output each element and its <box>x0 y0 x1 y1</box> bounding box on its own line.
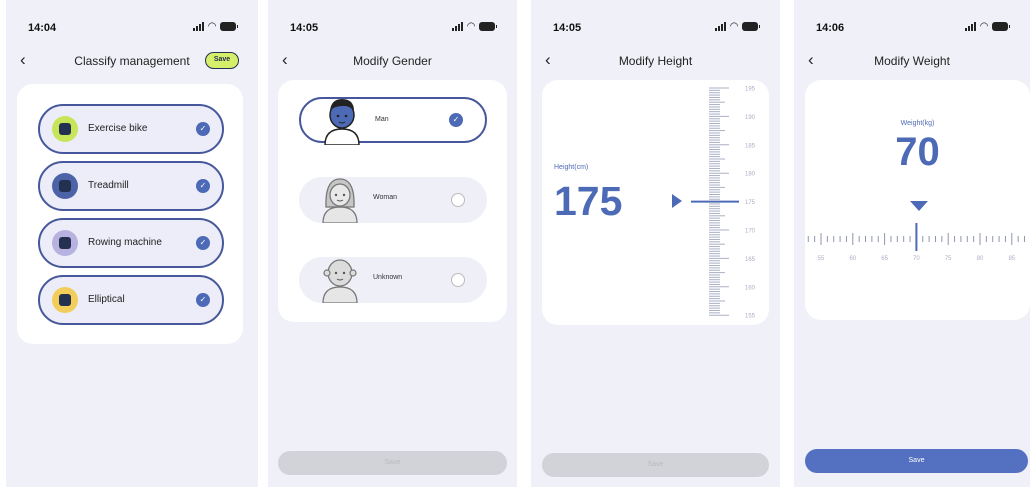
wifi-icon: ◠ <box>467 21 475 32</box>
category-item-exercise-bike[interactable]: Exercise bike ✓ <box>38 104 224 154</box>
status-bar: 14:05 ◠ <box>531 20 780 36</box>
battery-icon <box>992 22 1010 31</box>
weight-field-label: Weight(kg) <box>900 120 935 127</box>
ruler-tick-label: 155 <box>745 314 756 320</box>
cellular-signal-icon <box>715 22 727 31</box>
checkmark-icon[interactable]: ✓ <box>196 293 210 307</box>
ruler-tick-label: 170 <box>745 229 756 235</box>
woman-avatar-icon <box>322 178 358 223</box>
ruler-tick-label: 160 <box>745 285 756 291</box>
wifi-icon: ◠ <box>730 21 738 32</box>
gender-label: Woman <box>373 194 397 201</box>
page-title: Modify Gender <box>353 54 432 68</box>
ruler-tick-label: 55 <box>818 256 825 262</box>
gender-option-woman[interactable]: Woman <box>299 177 487 223</box>
ruler-tick-label: 185 <box>745 143 756 149</box>
ruler-tick-label: 65 <box>881 256 888 262</box>
category-card: Exercise bike ✓ Treadmill ✓ Rowing machi… <box>17 84 243 344</box>
category-label: Rowing machine <box>88 237 162 248</box>
exercise-bike-icon <box>52 116 78 142</box>
status-time: 14:04 <box>28 22 57 34</box>
ruler-tick-label: 195 <box>745 87 756 93</box>
category-item-treadmill[interactable]: Treadmill ✓ <box>38 161 224 211</box>
nav-header: ‹ Modify Weight <box>794 48 1030 72</box>
checkmark-icon[interactable]: ✓ <box>196 236 210 250</box>
category-item-rowing-machine[interactable]: Rowing machine ✓ <box>38 218 224 268</box>
height-field-label: Height(cm) <box>554 164 589 171</box>
category-label: Exercise bike <box>88 123 148 134</box>
rowing-machine-icon <box>52 230 78 256</box>
ruler-tick-label: 75 <box>945 256 952 262</box>
height-ruler[interactable]: 195 190 185 180 175 170 165 160 155 <box>687 80 769 325</box>
save-button[interactable]: Save <box>278 451 507 475</box>
save-button[interactable]: Save <box>205 52 239 69</box>
status-bar: 14:05 ◠ <box>268 20 517 36</box>
battery-icon <box>220 22 238 31</box>
weight-value: 70 <box>895 130 940 174</box>
cellular-signal-icon <box>193 22 205 31</box>
checkmark-icon: ✓ <box>449 113 463 127</box>
radio-button[interactable] <box>451 273 465 287</box>
cellular-signal-icon <box>965 22 977 31</box>
status-bar: 14:04 ◠ <box>6 20 258 36</box>
status-time: 14:05 <box>553 22 582 34</box>
checkmark-icon[interactable]: ✓ <box>196 179 210 193</box>
weight-ruler[interactable]: 55 60 65 70 75 80 85 <box>805 215 1030 265</box>
category-label: Elliptical <box>88 294 125 305</box>
ruler-tick-label: 175 <box>745 200 756 206</box>
cellular-signal-icon <box>452 22 464 31</box>
treadmill-icon <box>52 173 78 199</box>
save-button[interactable]: Save <box>542 453 769 477</box>
modify-height-screen: 14:05 ◠ ‹ Modify Height Height(cm) 175 1… <box>531 0 780 487</box>
status-bar: 14:06 ◠ <box>794 20 1030 36</box>
pointer-arrow-icon <box>672 194 682 208</box>
gender-label: Man <box>375 116 389 123</box>
radio-button[interactable] <box>451 193 465 207</box>
height-value: 175 <box>554 178 623 224</box>
wifi-icon: ◠ <box>980 21 988 32</box>
nav-header: ‹ Modify Gender <box>268 48 517 72</box>
nav-header: ‹ Modify Height <box>531 48 780 72</box>
gender-option-man[interactable]: Man ✓ <box>299 97 487 145</box>
wifi-icon: ◠ <box>208 21 216 32</box>
status-time: 14:06 <box>816 22 845 34</box>
elliptical-icon <box>52 287 78 313</box>
unknown-avatar-icon <box>322 259 358 303</box>
pointer-arrow-icon <box>910 201 928 211</box>
ruler-tick-label: 80 <box>977 256 984 262</box>
ruler-tick-label: 85 <box>1008 256 1015 262</box>
ruler-tick-label: 70 <box>913 256 920 262</box>
category-item-elliptical[interactable]: Elliptical ✓ <box>38 275 224 325</box>
category-label: Treadmill <box>88 180 129 191</box>
ruler-tick-label: 190 <box>745 115 756 121</box>
modify-gender-screen: 14:05 ◠ ‹ Modify Gender Man ✓ Woman Unkn… <box>268 0 517 487</box>
page-title: Modify Height <box>618 54 693 68</box>
man-avatar-icon <box>324 99 360 145</box>
height-card: Height(cm) 175 195 190 185 180 175 170 165 160 1… <box>542 80 769 325</box>
classify-management-screen: 14:04 ◠ ‹ Classify management Save Exerc… <box>6 0 258 487</box>
save-button[interactable]: Save <box>805 449 1028 473</box>
modify-weight-screen: 14:06 ◠ ‹ Modify Weight Weight(kg) 70 55… <box>794 0 1030 487</box>
gender-option-unknown[interactable]: Unknown <box>299 257 487 303</box>
gender-card: Man ✓ Woman Unknown <box>278 80 507 322</box>
ruler-tick-label: 165 <box>745 257 756 263</box>
nav-header: ‹ Classify management Save <box>6 48 258 72</box>
ruler-tick-label: 60 <box>849 256 856 262</box>
status-time: 14:05 <box>290 22 319 34</box>
weight-card: Weight(kg) 70 55 60 65 70 75 80 85 <box>805 80 1030 320</box>
battery-icon <box>479 22 497 31</box>
ruler-tick-label: 180 <box>745 172 756 178</box>
battery-icon <box>742 22 760 31</box>
page-title: Modify Weight <box>874 54 950 68</box>
checkmark-icon[interactable]: ✓ <box>196 122 210 136</box>
gender-label: Unknown <box>373 274 403 281</box>
